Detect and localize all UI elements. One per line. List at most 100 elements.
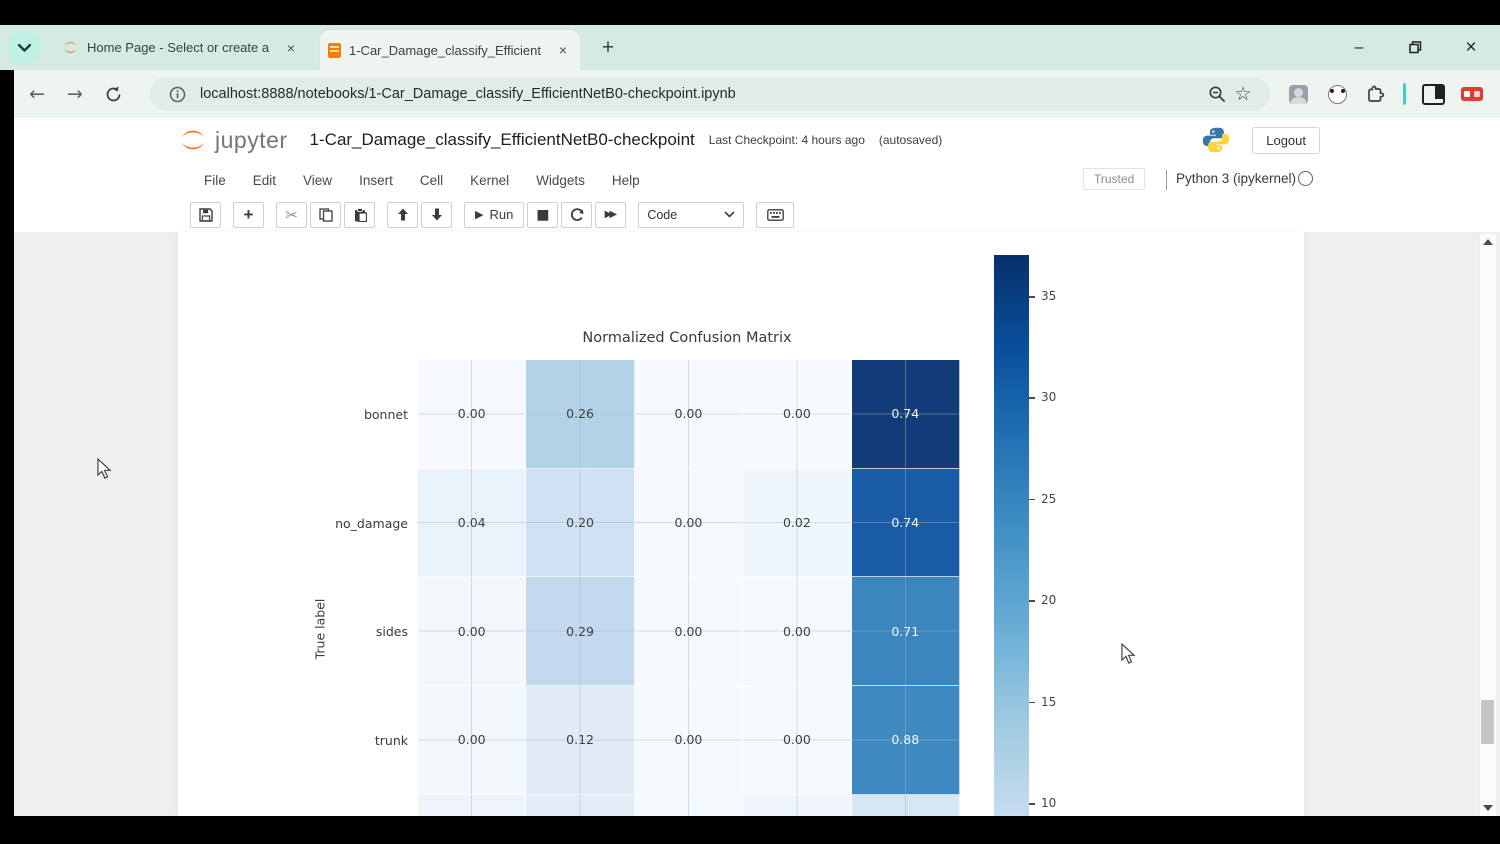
- trusted-button[interactable]: Trusted: [1083, 168, 1146, 190]
- menu-edit[interactable]: Edit: [253, 173, 276, 188]
- heatmap-cell: 0.00: [634, 360, 744, 469]
- extensions-puzzle-icon[interactable]: [1364, 82, 1388, 106]
- menu-file[interactable]: File: [204, 173, 226, 188]
- tab-home-page[interactable]: Home Page - Select or create a ×: [54, 31, 308, 65]
- restart-kernel-button[interactable]: [561, 201, 593, 228]
- command-palette-button[interactable]: [756, 201, 795, 228]
- colorbar-tick-label: 30: [1041, 390, 1057, 405]
- letterbox-top: [0, 0, 1500, 25]
- notebook-title[interactable]: 1-Car_Damage_classify_EfficientNetB0-che…: [310, 130, 695, 150]
- heatmap-cell: 0.71: [851, 577, 960, 687]
- minimize-button[interactable]: –: [1346, 35, 1372, 61]
- cell-type-select[interactable]: Code: [638, 201, 745, 228]
- colorbar-tick-label: 10: [1041, 796, 1057, 810]
- address-bar[interactable]: localhost:8888/notebooks/1-Car_Damage_cl…: [150, 77, 1270, 111]
- back-icon[interactable]: ←: [22, 79, 52, 109]
- page-scrollbar[interactable]: [1479, 234, 1496, 816]
- tab-close-icon[interactable]: ×: [554, 41, 572, 59]
- run-cell-button[interactable]: ▶ Run: [464, 201, 525, 228]
- heatmap-cell: 0.29: [526, 577, 635, 687]
- colorbar-tick-label: 20: [1041, 593, 1057, 608]
- run-label: Run: [489, 207, 514, 222]
- browser-window: ← → localhost:8888/notebooks/1-Car_Damag…: [14, 70, 1500, 816]
- letterbox-bottom: [0, 816, 1500, 844]
- copy-cell-button[interactable]: [310, 201, 341, 228]
- menu-widgets[interactable]: Widgets: [536, 173, 585, 188]
- refresh-icon[interactable]: [98, 79, 128, 109]
- heatmap-cell: 0.12: [526, 686, 635, 795]
- colorbar: [994, 255, 1029, 816]
- profile-extension-icon[interactable]: [1286, 82, 1310, 106]
- colorbar-tick-mark: [1029, 701, 1035, 704]
- heatmap-cell: 0.00: [418, 360, 527, 469]
- toolbar-separator: [1403, 83, 1406, 105]
- jupyter-toolbar: + ✂ ▶ Run ■ ▶▶ Code: [14, 198, 1500, 231]
- y-axis-label: True label: [312, 598, 328, 660]
- new-tab-button[interactable]: +: [594, 34, 622, 62]
- logout-button[interactable]: Logout: [1252, 126, 1320, 154]
- menu-cell[interactable]: Cell: [420, 173, 443, 188]
- jupyter-favicon-icon: [62, 39, 79, 56]
- heatmap-row-partial: [418, 794, 960, 816]
- site-info-icon[interactable]: [164, 81, 190, 107]
- heatmap-cell: [634, 794, 744, 816]
- sidebar-extension-icon[interactable]: [1421, 82, 1445, 106]
- colorbar-tick-mark: [1029, 296, 1035, 298]
- notebook-body: Normalized Confusion Matrix bonnet no_dam…: [14, 232, 1500, 816]
- chevron-down-icon: [18, 43, 31, 52]
- heatmap-cell: 0.00: [743, 577, 852, 687]
- interrupt-kernel-button[interactable]: ■: [527, 201, 559, 228]
- browser-tabstrip: Home Page - Select or create a × 1-Car_D…: [0, 25, 1500, 70]
- scroll-down-icon[interactable]: [1483, 805, 1493, 811]
- scroll-up-icon[interactable]: [1483, 239, 1493, 245]
- restore-button[interactable]: [1402, 35, 1428, 61]
- panda-extension-icon[interactable]: [1325, 82, 1349, 106]
- colorbar-tick-mark: [1029, 803, 1035, 805]
- row-label: no_damage: [335, 515, 408, 531]
- play-icon: ▶: [475, 208, 484, 221]
- url-text[interactable]: localhost:8888/notebooks/1-Car_Damage_cl…: [200, 86, 1204, 102]
- tab-close-icon[interactable]: ×: [282, 39, 300, 57]
- add-cell-button[interactable]: +: [233, 201, 264, 228]
- tab-search-button[interactable]: [9, 32, 40, 63]
- tab-title: 1-Car_Damage_classify_Efficient: [349, 42, 541, 58]
- row-label: sides: [375, 624, 408, 640]
- scrollbar-thumb[interactable]: [1481, 700, 1494, 744]
- row-label: bonnet: [363, 406, 408, 422]
- heatmap-cell: 0.00: [634, 577, 744, 687]
- menu-kernel[interactable]: Kernel: [470, 173, 509, 188]
- zoom-icon[interactable]: [1204, 81, 1230, 107]
- colorbar-tick-label: 15: [1041, 694, 1057, 709]
- python-logo-icon: [1202, 126, 1230, 154]
- menu-insert[interactable]: Insert: [359, 173, 393, 188]
- menu-help[interactable]: Help: [612, 173, 640, 188]
- last-checkpoint-label: Last Checkpoint: 4 hours ago: [708, 133, 865, 147]
- bookmark-star-icon[interactable]: ☆: [1230, 81, 1256, 107]
- cut-cell-button[interactable]: ✂: [276, 201, 307, 228]
- window-controls: – ×: [1346, 35, 1484, 61]
- colorbar-tick-mark: [1029, 498, 1035, 501]
- jupyter-logo-icon[interactable]: [178, 125, 208, 155]
- heatmap-cell: 0.74: [851, 468, 960, 578]
- heatmap-cell: 0.74: [851, 360, 960, 469]
- move-cell-down-button[interactable]: [421, 201, 452, 228]
- menu-view[interactable]: View: [303, 173, 332, 188]
- cell-type-value: Code: [647, 207, 678, 222]
- chrome-toolbar: ← → localhost:8888/notebooks/1-Car_Damag…: [14, 70, 1500, 119]
- save-button[interactable]: [190, 201, 221, 228]
- heatmap-row: 0.04 0.20 0.00 0.02 0.74: [418, 468, 960, 578]
- select-chevron-icon: [724, 211, 735, 218]
- heatmap-cell: [851, 794, 960, 816]
- tab-notebook[interactable]: 1-Car_Damage_classify_Efficient ×: [320, 30, 580, 70]
- paste-cell-button[interactable]: [344, 201, 375, 228]
- forward-icon[interactable]: →: [60, 79, 90, 109]
- jupyter-title-row: jupyter 1-Car_Damage_classify_EfficientN…: [14, 118, 1500, 162]
- restart-run-all-button[interactable]: ▶▶: [595, 201, 627, 228]
- kernel-idle-icon: [1298, 171, 1313, 186]
- jupyter-brand[interactable]: jupyter: [215, 127, 288, 154]
- close-window-button[interactable]: ×: [1458, 35, 1484, 61]
- kernel-separator: [1166, 170, 1167, 190]
- red-badge-extension-icon[interactable]: [1460, 82, 1484, 106]
- jupyter-header: jupyter 1-Car_Damage_classify_EfficientN…: [14, 118, 1500, 233]
- move-cell-up-button[interactable]: [387, 201, 418, 228]
